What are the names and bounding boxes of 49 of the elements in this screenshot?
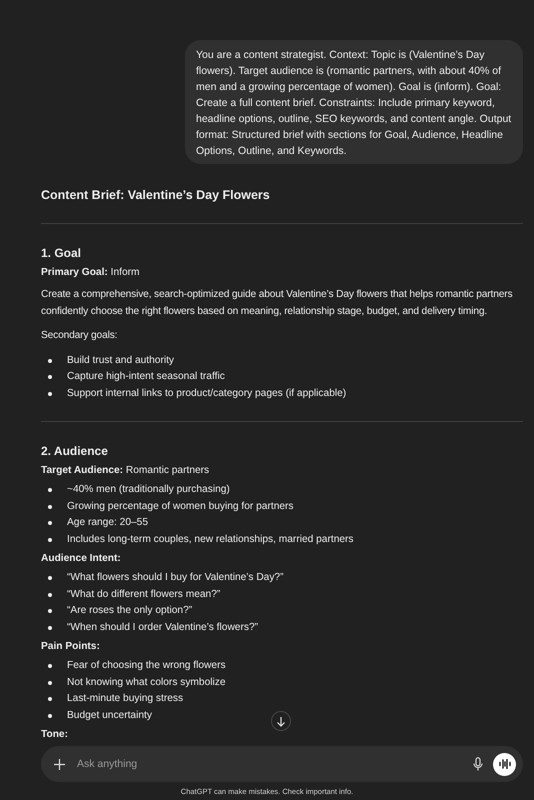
section-heading: 1. Goal [41, 245, 82, 261]
list-item: Build trust and authority [67, 354, 174, 368]
bullet-icon [48, 576, 52, 580]
composer-field[interactable]: Ask anything [41, 746, 523, 782]
paragraph: Secondary goals: [41, 329, 118, 343]
voice-button[interactable] [493, 752, 516, 776]
bullet-icon [48, 504, 52, 509]
waveform-icon [498, 759, 510, 769]
bullet-icon [48, 714, 52, 718]
list-item: Growing percentage of women buying for partners [67, 500, 294, 514]
bullet-icon [48, 358, 52, 363]
bullet-icon [48, 664, 52, 668]
bullet-icon [48, 488, 52, 492]
subheading: Tone: [41, 728, 68, 742]
section-heading: 2. Audience [41, 443, 109, 459]
list-item: Age range: 20–55 [67, 516, 148, 530]
list-item: Budget uncertainty [67, 708, 152, 722]
list-item: “What do different flowers mean?” [67, 588, 220, 602]
subheading: Pain Points: [41, 640, 100, 654]
field-line: Primary Goal: Inform [41, 266, 140, 280]
subheading: Audience Intent: [41, 552, 121, 566]
paragraph: Create a comprehensive, search-optimized guide about Valentine’s Day flowers that helps romantic partners confidently choose the right flowers based on meaning, relationship stage, budget, and delivery timing. [41, 288, 514, 318]
list-item: Fear of choosing the wrong flowers [67, 659, 226, 673]
bullet-icon [48, 392, 52, 396]
list-item: Last-minute buying stress [67, 692, 184, 706]
arrow-down-icon [276, 716, 286, 726]
plus-icon[interactable] [54, 758, 65, 770]
bullet-icon [48, 375, 52, 380]
list-item: Not knowing what colors symbolize [67, 676, 226, 690]
list-item: Includes long-term couples, new relationships, married partners [67, 532, 354, 546]
bullet-icon [48, 592, 52, 597]
field-line: Target Audience: Romantic partners [41, 464, 210, 478]
message-input[interactable]: Ask anything [75, 757, 473, 771]
bullet-icon [48, 626, 52, 630]
bullet-icon [48, 609, 52, 614]
scroll-down-button[interactable] [271, 711, 291, 731]
list-item: “What flowers should I buy for Valentine’s Day?” [67, 571, 284, 585]
list-item: ~40% men (traditionally purchasing) [67, 483, 230, 497]
response-title: Content Brief: Valentine’s Day Flowers [41, 187, 271, 204]
bullet-icon [48, 538, 52, 542]
bullet-icon [48, 521, 52, 526]
list-item: Capture high-intent seasonal traffic [67, 370, 225, 384]
bullet-icon [48, 680, 52, 685]
user-message: You are a content strategist. Context: Topic is (Valentine’s Day flowers). Target audience is (romantic partners, with about 40% of men and a growing percentage of women). Goal is (inform). Goal: Create a full content brief. Constraints: Include primary keyword, headline options, outline, SEO keywords, and content angle. Output format: Structured brief with sections for Goal, Audience, Headline Options, Outline, and Keywords. [185, 40, 523, 164]
microphone-icon[interactable] [473, 757, 483, 771]
list-item: “Are roses the only option?” [67, 604, 192, 618]
list-item: Support internal links to product/category pages (if applicable) [67, 386, 346, 400]
bullet-icon [48, 697, 52, 702]
list-item: “When should I order Valentine’s flowers?” [67, 620, 258, 634]
